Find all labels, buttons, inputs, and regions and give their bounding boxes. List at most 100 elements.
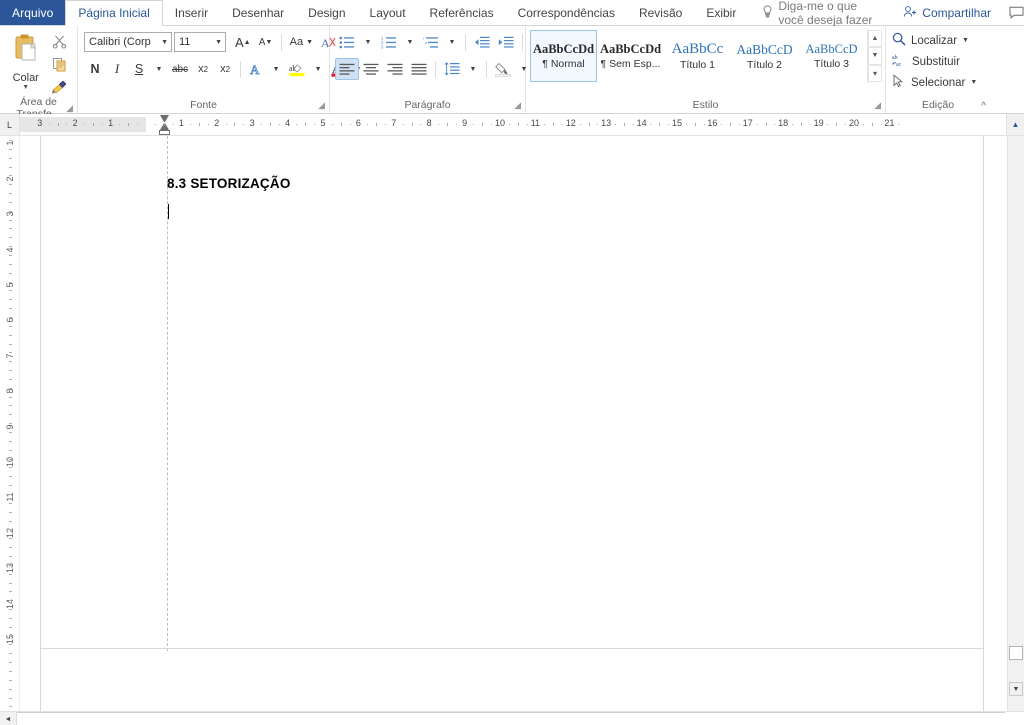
multilevel-list-icon[interactable]: i a	[419, 31, 443, 53]
ruler-tick-label: 2	[214, 118, 220, 128]
copy-icon[interactable]	[52, 57, 67, 77]
clipboard-dialog-launcher-icon[interactable]: ◢	[66, 103, 73, 114]
style-normal[interactable]: AaBbCcDd ¶ Normal	[530, 30, 597, 82]
font-name-caret-icon[interactable]: ▼	[161, 39, 168, 46]
select-button[interactable]: Selecionar ▼	[892, 73, 977, 92]
text-effects-icon[interactable]: A	[245, 58, 267, 80]
tab-referencias[interactable]: Referências	[418, 0, 506, 25]
style-sem-espacamento[interactable]: AaBbCcDd ¶ Sem Esp...	[597, 30, 664, 82]
font-size-caret-icon[interactable]: ▼	[215, 39, 222, 46]
find-button[interactable]: Localizar ▼	[892, 31, 969, 50]
para-separator-3	[435, 60, 436, 78]
collapse-ribbon-button[interactable]: ^	[981, 101, 986, 112]
highlight-caret-icon[interactable]: ▼	[309, 58, 327, 80]
styles-scroll-up-button[interactable]: ▲	[868, 30, 882, 48]
vruler-minor-tick	[9, 326, 12, 327]
vruler-minor-tick	[9, 246, 12, 247]
select-caret-icon[interactable]: ▼	[970, 79, 977, 86]
change-case-caret-icon[interactable]: ▼	[306, 39, 313, 46]
cut-icon[interactable]	[52, 34, 67, 54]
style-titulo-3[interactable]: AaBbCcD Título 3	[798, 30, 865, 82]
ribbon-group-clipboard: Colar ▼ Área de ◢	[0, 26, 78, 120]
align-left-icon[interactable]	[335, 58, 359, 80]
change-case-button[interactable]: Aa ▼	[286, 31, 317, 53]
vertical-scrollbar-down-button[interactable]: ▼	[1009, 682, 1023, 696]
share-button[interactable]: Compartilhar	[903, 0, 991, 25]
shading-icon[interactable]	[491, 58, 515, 80]
underline-button[interactable]: S	[128, 58, 150, 80]
tab-revisao[interactable]: Revisão	[627, 0, 694, 25]
grow-font-button[interactable]: A ▲	[231, 31, 255, 53]
comment-icon[interactable]	[1009, 0, 1024, 25]
tab-arquivo[interactable]: Arquivo	[0, 0, 66, 25]
underline-caret-icon[interactable]: ▼	[150, 58, 168, 80]
ruler-minor-tick	[456, 124, 457, 125]
select-label: Selecionar	[911, 76, 966, 89]
tab-desenhar[interactable]: Desenhar	[220, 0, 296, 25]
italic-button[interactable]: I	[106, 58, 128, 80]
document-page[interactable]: 8.3 SETORIZAÇÃO	[40, 136, 984, 711]
tab-layout[interactable]: Layout	[358, 0, 418, 25]
styles-dialog-launcher-icon[interactable]: ◢	[874, 100, 881, 111]
font-name-combo[interactable]: Calibri (Corp ▼	[84, 32, 172, 52]
bullet-list-caret-icon[interactable]: ▼	[359, 31, 377, 53]
vruler-minor-tick	[9, 653, 12, 654]
style-titulo-2[interactable]: AaBbCcD Título 2	[731, 30, 798, 82]
multilevel-list-caret-icon[interactable]: ▼	[443, 31, 461, 53]
numbered-list-caret-icon[interactable]: ▼	[401, 31, 419, 53]
font-dialog-launcher-icon[interactable]: ◢	[318, 100, 325, 111]
bullet-list-icon[interactable]	[335, 31, 359, 53]
paste-dropdown-caret-icon[interactable]: ▼	[22, 84, 29, 91]
hscroll-left-button[interactable]: ◄	[0, 712, 17, 725]
font-size-combo[interactable]: 11 ▼	[174, 32, 226, 52]
justify-icon[interactable]	[407, 58, 431, 80]
style-titulo-1[interactable]: AaBbCc Título 1	[664, 30, 731, 82]
document-canvas[interactable]: 8.3 SETORIZAÇÃO ▼	[20, 136, 1024, 711]
tab-stop-selector[interactable]: L	[0, 114, 20, 135]
ruler-minor-tick	[376, 123, 377, 126]
vertical-scrollbar[interactable]: ▼	[1007, 136, 1024, 711]
tab-design[interactable]: Design	[296, 0, 357, 25]
paragraph-dialog-launcher-icon[interactable]: ◢	[514, 100, 521, 111]
tab-pagina-inicial[interactable]: Página Inicial	[65, 0, 163, 26]
align-right-icon[interactable]	[383, 58, 407, 80]
first-line-indent-marker[interactable]	[160, 115, 169, 122]
line-spacing-icon[interactable]	[440, 58, 464, 80]
horizontal-scrollbar[interactable]: ◄	[0, 711, 1024, 725]
vruler-minor-tick	[9, 441, 12, 442]
paste-button[interactable]: Colar ▼	[4, 30, 47, 91]
tab-exibir[interactable]: Exibir	[694, 0, 748, 25]
find-caret-icon[interactable]: ▼	[962, 37, 969, 44]
ruler-tick-label: 8	[426, 118, 432, 128]
tell-me-search[interactable]: Diga-me o que você deseja fazer	[762, 0, 883, 27]
increase-indent-icon[interactable]	[494, 31, 518, 53]
styles-more-button[interactable]: ▾	[868, 64, 882, 82]
line-spacing-caret-icon[interactable]: ▼	[464, 58, 482, 80]
vruler-minor-tick	[9, 627, 12, 628]
tab-correspondencias[interactable]: Correspondências	[506, 0, 627, 25]
vruler-minor-tick	[9, 423, 12, 424]
decrease-indent-icon[interactable]	[470, 31, 494, 53]
subscript-button[interactable]: x2	[192, 58, 214, 80]
ruler-minor-tick	[66, 124, 67, 125]
replace-button[interactable]: ab ac Substituir	[892, 52, 960, 71]
styles-scroll-down-button[interactable]: ▼	[868, 47, 882, 65]
ruler-track[interactable]: 3 2 1 1 2 3 4 5 6 7 8 9 10 11 12 13 14 15 16 17 18 19 20 21	[20, 114, 1006, 135]
superscript-button[interactable]: x2	[214, 58, 236, 80]
strikethrough-button[interactable]: abc	[168, 58, 192, 80]
hscroll-track[interactable]	[17, 712, 1005, 725]
align-center-icon[interactable]	[359, 58, 383, 80]
vertical-scrollbar-split-handle[interactable]	[1009, 646, 1023, 660]
tab-inserir[interactable]: Inserir	[163, 0, 220, 25]
left-indent-marker[interactable]	[159, 130, 170, 135]
vruler-minor-tick	[9, 698, 12, 699]
highlight-icon[interactable]: ab	[285, 58, 309, 80]
numbered-list-icon[interactable]: 1 2 3	[377, 31, 401, 53]
shrink-font-button[interactable]: A ▼	[255, 31, 277, 53]
text-effects-caret-icon[interactable]: ▼	[267, 58, 285, 80]
vruler-minor-tick	[9, 211, 12, 212]
vruler-minor-tick	[9, 547, 12, 548]
vruler-minor-tick	[9, 591, 12, 592]
ruler-scroll-up-icon[interactable]: ▲	[1006, 114, 1024, 135]
bold-button[interactable]: N	[84, 58, 106, 80]
